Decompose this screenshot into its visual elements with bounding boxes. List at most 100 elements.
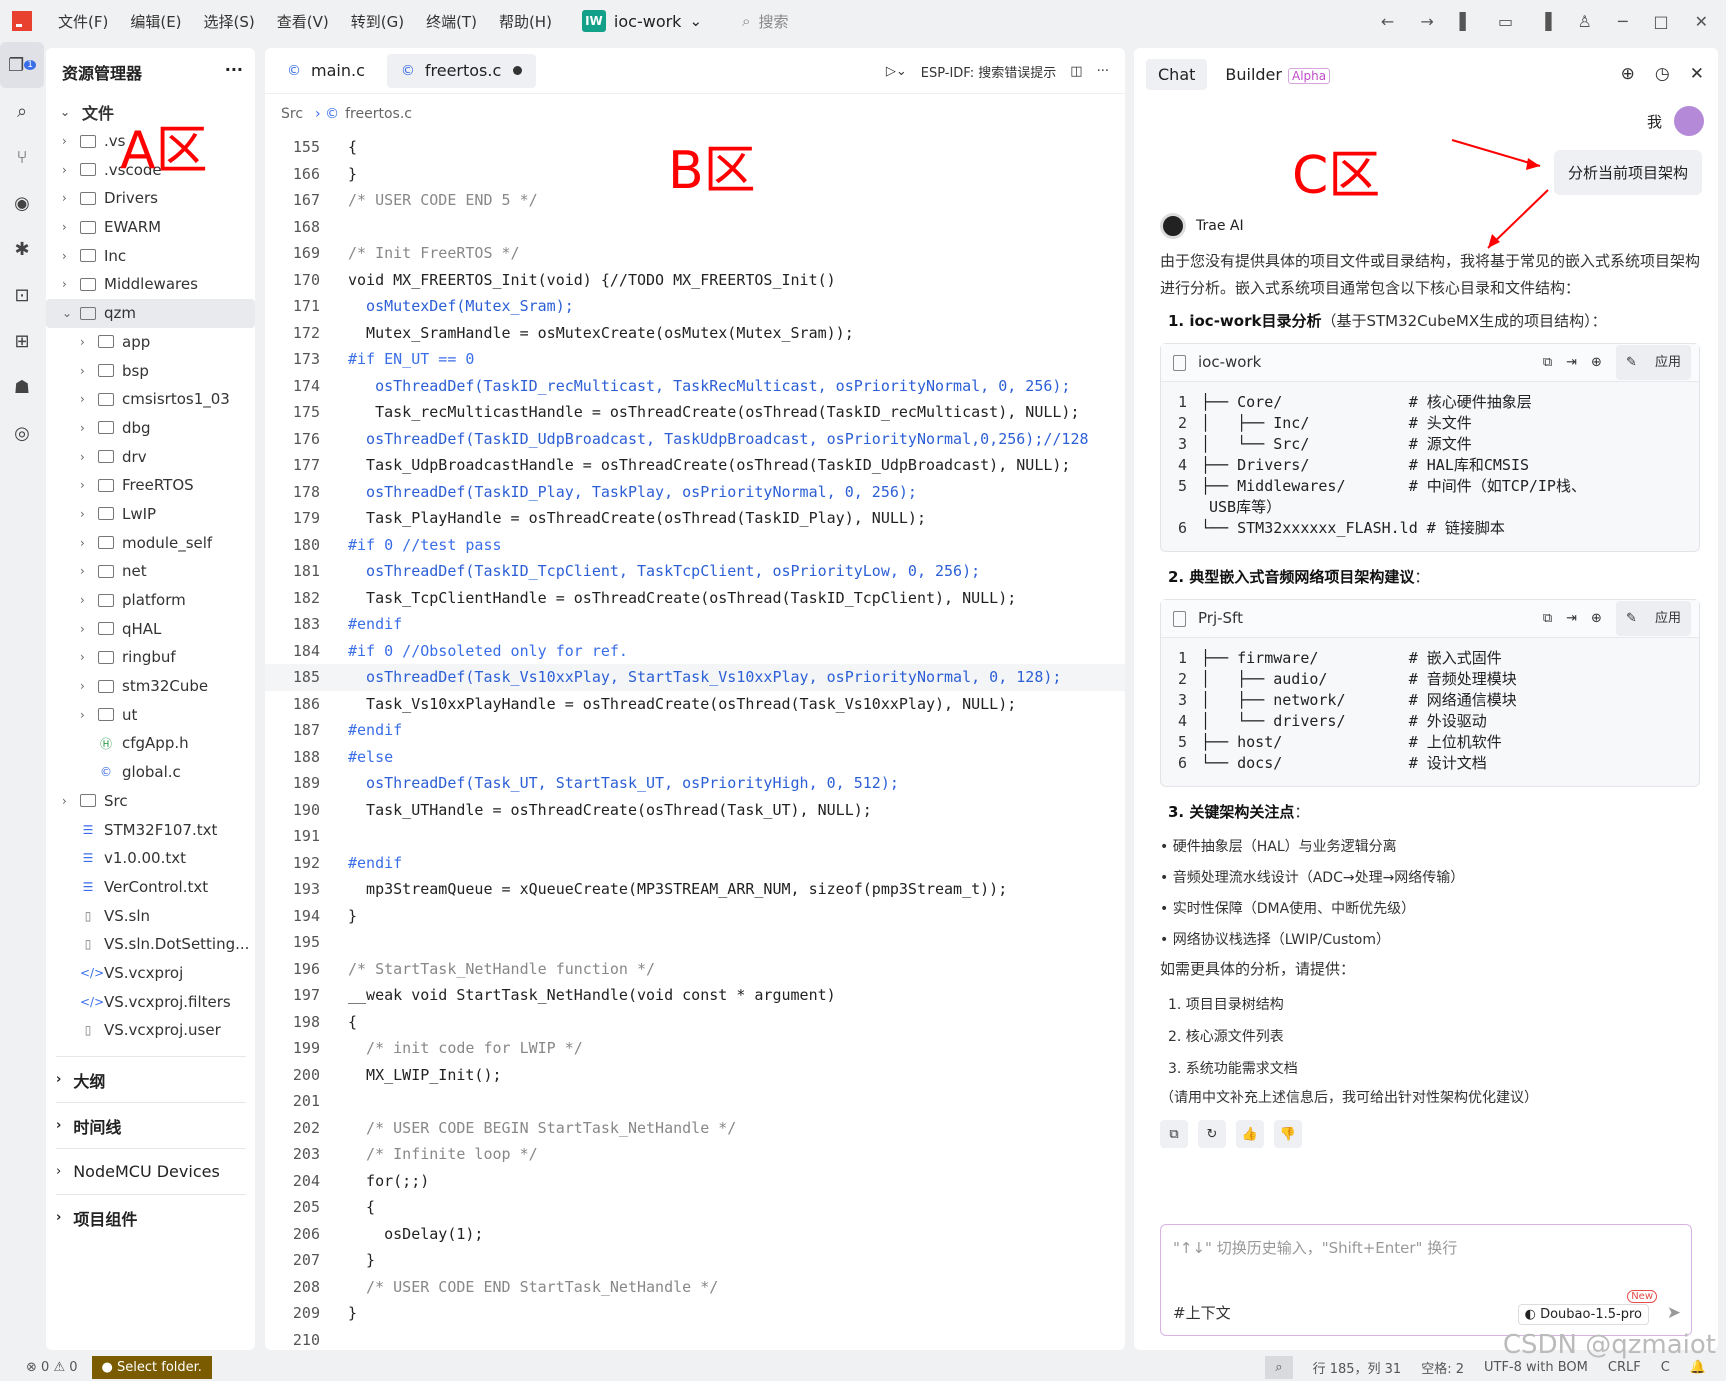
- zoom-icon[interactable]: ⌕: [1265, 1355, 1293, 1379]
- tree-item[interactable]: ▯ VS.sln: [46, 901, 255, 930]
- apply-button[interactable]: ✎ 应用: [1615, 601, 1691, 636]
- tree-item[interactable]: </> VS.vcxproj: [46, 959, 255, 988]
- indentation[interactable]: 空格: 2: [1421, 1358, 1464, 1377]
- source-control-icon[interactable]: ⑂: [0, 134, 44, 180]
- select-folder-button[interactable]: ● Select folder.: [91, 1355, 212, 1379]
- toggle-sidebar-icon[interactable]: ▌: [1460, 12, 1472, 31]
- espressif-icon[interactable]: ◎: [0, 410, 44, 456]
- tree-item[interactable]: › EWARM: [46, 213, 255, 242]
- send-icon[interactable]: ➤: [1667, 1303, 1681, 1323]
- section-timeline[interactable]: › 时间线: [56, 1102, 246, 1148]
- account-icon[interactable]: ♙: [1577, 12, 1591, 31]
- new-file-icon[interactable]: ⊕: [1591, 349, 1602, 376]
- tree-item[interactable]: › Src: [46, 787, 255, 816]
- copy-icon[interactable]: ⧉: [1160, 1120, 1188, 1148]
- menu-terminal[interactable]: 终端(T): [426, 11, 477, 32]
- breadcrumb-file[interactable]: freertos.c: [345, 106, 412, 122]
- explorer-activity-icon[interactable]: ❐ 1: [0, 42, 44, 88]
- insert-icon[interactable]: ⇥: [1566, 349, 1577, 376]
- menu-goto[interactable]: 转到(G): [351, 11, 404, 32]
- menu-select[interactable]: 选择(S): [204, 11, 255, 32]
- tree-item[interactable]: </> VS.vcxproj.filters: [46, 987, 255, 1016]
- run-debug-icon[interactable]: ◉: [0, 180, 44, 226]
- tree-item[interactable]: › Inc: [46, 241, 255, 270]
- tree-item[interactable]: › app: [46, 328, 255, 357]
- close-icon[interactable]: ✕: [1690, 64, 1704, 84]
- tree-item[interactable]: ☰ STM32F107.txt: [46, 815, 255, 844]
- tree-item[interactable]: ▯ VS.sln.DotSetting...: [46, 930, 255, 959]
- language-mode[interactable]: C: [1661, 1360, 1670, 1375]
- toggle-panel-icon[interactable]: ▭: [1498, 12, 1513, 31]
- tree-item[interactable]: ⌄ qzm: [46, 298, 255, 328]
- tree-item[interactable]: › FreeRTOS: [46, 471, 255, 500]
- thumbs-down-icon[interactable]: 👎: [1274, 1120, 1302, 1148]
- tree-item[interactable]: › LwIP: [46, 500, 255, 529]
- regenerate-icon[interactable]: ↻: [1198, 1120, 1226, 1148]
- copy-icon[interactable]: ⧉: [1543, 349, 1552, 376]
- tree-item[interactable]: ▯ VS.vcxproj.user: [46, 1016, 255, 1045]
- new-file-icon[interactable]: ⊕: [1591, 605, 1602, 632]
- maximize-icon[interactable]: □: [1653, 12, 1668, 31]
- copy-icon[interactable]: ⧉: [1543, 605, 1552, 632]
- menu-edit[interactable]: 编辑(E): [130, 11, 181, 32]
- tree-item[interactable]: › qHAL: [46, 614, 255, 643]
- context-button[interactable]: #上下文: [1173, 1302, 1231, 1323]
- tree-item[interactable]: › bsp: [46, 356, 255, 385]
- tree-item[interactable]: › Middlewares: [46, 270, 255, 299]
- breadcrumb-src[interactable]: Src: [281, 106, 303, 122]
- tree-item[interactable]: › module_self: [46, 528, 255, 557]
- new-chat-icon[interactable]: ⊕: [1621, 64, 1635, 84]
- project-switcher[interactable]: IW ioc-work ⌄: [581, 10, 702, 32]
- tree-item[interactable]: › dbg: [46, 414, 255, 443]
- tree-item[interactable]: › stm32Cube: [46, 672, 255, 701]
- run-icon[interactable]: ▷⌄: [886, 64, 907, 79]
- cursor-position[interactable]: 行 185，列 31: [1313, 1358, 1402, 1377]
- search-activity-icon[interactable]: ⌕: [0, 88, 44, 134]
- thumbs-up-icon[interactable]: 👍: [1236, 1120, 1264, 1148]
- tab-builder[interactable]: Builder Alpha: [1213, 59, 1342, 90]
- platformio-icon[interactable]: ☗: [0, 364, 44, 410]
- section-nodemcu[interactable]: › NodeMCU Devices: [56, 1148, 246, 1194]
- menu-view[interactable]: 查看(V): [277, 11, 329, 32]
- menu-file[interactable]: 文件(F): [58, 11, 108, 32]
- tab-main-c[interactable]: © main.c: [273, 54, 379, 88]
- code-area[interactable]: 155 {166} 167 /* USER CODE END 5 */ 168 169 /*…: [265, 134, 1125, 1350]
- bug-icon[interactable]: ✱: [0, 226, 44, 272]
- insert-icon[interactable]: ⇥: [1566, 605, 1577, 632]
- section-outline[interactable]: › 大纲: [56, 1056, 246, 1102]
- tree-item[interactable]: ☰ v1.0.00.txt: [46, 844, 255, 873]
- eol[interactable]: CRLF: [1608, 1360, 1641, 1375]
- section-project-components[interactable]: › 项目组件: [56, 1194, 246, 1240]
- model-selector[interactable]: ◐ Doubao-1.5-pro: [1517, 1304, 1649, 1325]
- history-icon[interactable]: ◷: [1655, 64, 1670, 84]
- tree-item[interactable]: › cmsisrtos1_03: [46, 385, 255, 414]
- split-editor-icon[interactable]: ◫: [1070, 64, 1082, 79]
- close-icon[interactable]: ✕: [1695, 12, 1708, 31]
- chat-input[interactable]: "↑↓" 切换历史输入，"Shift+Enter" 换行 #上下文 New ◐ …: [1160, 1224, 1692, 1336]
- tab-freertos-c[interactable]: © freertos.c: [386, 53, 537, 88]
- minimize-icon[interactable]: ─: [1618, 12, 1628, 31]
- menu-help[interactable]: 帮助(H): [499, 11, 552, 32]
- forward-arrow-icon[interactable]: →: [1420, 12, 1433, 31]
- remote-icon[interactable]: ⊡: [0, 272, 44, 318]
- tree-item[interactable]: ⒽcfgApp.h: [46, 729, 255, 758]
- tree-item[interactable]: › net: [46, 557, 255, 586]
- tree-item[interactable]: › Drivers: [46, 184, 255, 213]
- back-arrow-icon[interactable]: ←: [1381, 12, 1394, 31]
- encoding[interactable]: UTF-8 with BOM: [1484, 1360, 1588, 1375]
- tree-item[interactable]: › ringbuf: [46, 643, 255, 672]
- apply-button[interactable]: ✎ 应用: [1615, 345, 1691, 380]
- tree-item[interactable]: › drv: [46, 442, 255, 471]
- extensions-icon[interactable]: ⊞: [0, 318, 44, 364]
- tree-item[interactable]: › platform: [46, 586, 255, 615]
- notifications-icon[interactable]: 🔔: [1690, 1360, 1706, 1375]
- more-icon[interactable]: ···: [225, 60, 243, 84]
- tree-item[interactable]: ☰ VerControl.txt: [46, 873, 255, 902]
- search-box[interactable]: ⌕ 搜索: [742, 11, 788, 32]
- tree-item[interactable]: › ut: [46, 700, 255, 729]
- toggle-right-panel-icon[interactable]: ▐: [1539, 12, 1551, 31]
- tab-chat[interactable]: Chat: [1146, 58, 1208, 90]
- tree-item[interactable]: © global.c: [46, 758, 255, 787]
- espidf-search-button[interactable]: ESP-IDF: 搜索错误提示: [921, 62, 1057, 81]
- problems-indicator[interactable]: ⊗ 0 ⚠ 0: [26, 1360, 78, 1375]
